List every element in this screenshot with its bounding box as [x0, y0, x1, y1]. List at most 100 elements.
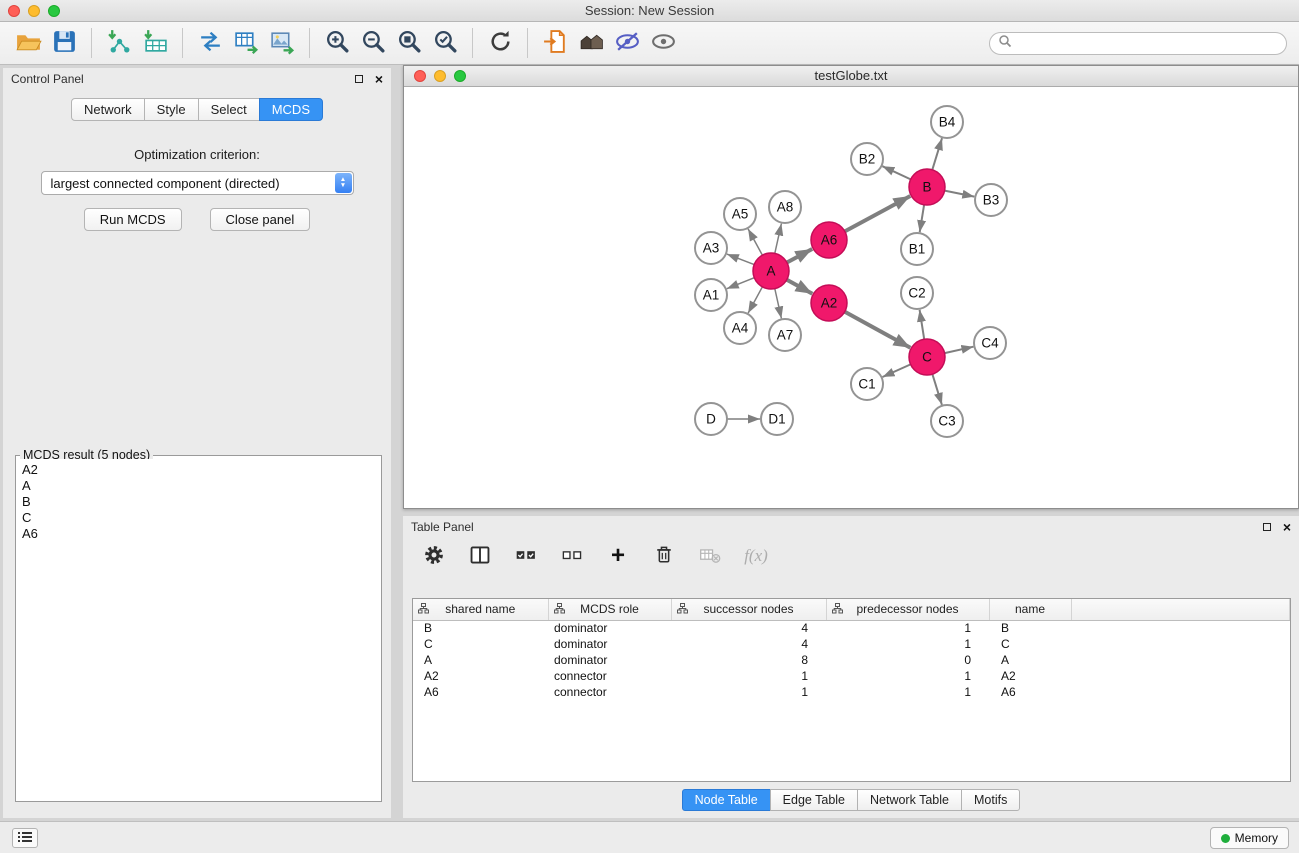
network-zoom-button[interactable] — [454, 70, 466, 82]
zoom-out-button[interactable] — [355, 26, 391, 60]
network-node[interactable]: A3 — [695, 232, 727, 264]
table-row[interactable]: Cdominator41C — [413, 636, 1290, 652]
network-edge[interactable] — [945, 191, 975, 197]
network-node[interactable]: A8 — [769, 191, 801, 223]
column-header-mcds-role[interactable]: MCDS role — [548, 599, 671, 620]
network-edge[interactable] — [883, 364, 911, 377]
network-edge[interactable] — [932, 374, 942, 405]
network-edge[interactable] — [920, 205, 924, 232]
network-edge[interactable] — [920, 310, 925, 339]
show-all-button[interactable] — [645, 26, 681, 60]
column-header-successor-nodes[interactable]: successor nodes — [671, 599, 826, 620]
network-node[interactable]: A4 — [724, 312, 756, 344]
function-builder-button[interactable]: f(x) — [741, 542, 771, 570]
result-item[interactable]: C — [22, 510, 378, 526]
table-row[interactable]: A2connector11A2 — [413, 668, 1290, 684]
deselect-all-button[interactable] — [557, 542, 587, 570]
network-canvas[interactable]: B4 B2 B B3 A5 A8 A6 B1 A3 A C2 A1 A2 A4 A7 C4 C C1 C3 D D1 — [404, 88, 1298, 508]
zoom-selected-button[interactable] — [427, 26, 463, 60]
column-header-shared-name[interactable]: shared name — [413, 599, 548, 620]
close-table-panel-icon[interactable]: × — [1283, 522, 1291, 532]
network-node[interactable]: C — [909, 339, 945, 375]
network-node[interactable]: A7 — [769, 319, 801, 351]
tab-node-table[interactable]: Node Table — [682, 789, 771, 811]
network-node[interactable]: C1 — [851, 368, 883, 400]
minimize-window-button[interactable] — [28, 5, 40, 17]
network-node[interactable]: A5 — [724, 198, 756, 230]
network-node[interactable]: B2 — [851, 143, 883, 175]
network-minimize-button[interactable] — [434, 70, 446, 82]
save-session-button[interactable] — [46, 26, 82, 60]
table-settings-button[interactable] — [419, 542, 449, 570]
close-panel-icon[interactable]: × — [375, 74, 383, 84]
tab-network-table[interactable]: Network Table — [857, 789, 962, 811]
network-edge[interactable] — [748, 229, 762, 255]
run-mcds-button[interactable]: Run MCDS — [84, 208, 182, 231]
table-row[interactable]: Bdominator41B — [413, 620, 1290, 636]
result-item[interactable]: B — [22, 494, 378, 510]
open-document-button[interactable] — [537, 26, 573, 60]
network-edge[interactable] — [787, 280, 813, 294]
network-edge[interactable] — [748, 287, 762, 313]
network-node[interactable]: A6 — [811, 222, 847, 258]
zoom-fit-button[interactable] — [391, 26, 427, 60]
network-node[interactable]: D1 — [761, 403, 793, 435]
network-edge[interactable] — [727, 254, 754, 265]
result-item[interactable]: A6 — [22, 526, 378, 542]
network-edge[interactable] — [727, 278, 755, 289]
close-panel-button[interactable]: Close panel — [210, 208, 311, 231]
network-edge[interactable] — [945, 347, 974, 353]
network-edge[interactable] — [775, 289, 782, 319]
float-panel-icon[interactable] — [355, 75, 363, 83]
network-node[interactable]: D — [695, 403, 727, 435]
column-header-predecessor-nodes[interactable]: predecessor nodes — [826, 599, 989, 620]
export-image-button[interactable] — [264, 26, 300, 60]
export-network-button[interactable] — [192, 26, 228, 60]
column-header-name[interactable]: name — [989, 599, 1071, 620]
optimization-criterion-dropdown[interactable]: largest connected component (directed) ▲… — [41, 171, 354, 195]
network-node[interactable]: B — [909, 169, 945, 205]
search-box[interactable] — [989, 32, 1287, 55]
network-edge[interactable] — [775, 224, 782, 254]
tab-style[interactable]: Style — [144, 98, 199, 121]
network-node[interactable]: B3 — [975, 184, 1007, 216]
import-table-button[interactable] — [137, 26, 173, 60]
refresh-layout-button[interactable] — [482, 26, 518, 60]
table-row[interactable]: Adominator80A — [413, 652, 1290, 668]
export-table-button[interactable] — [228, 26, 264, 60]
network-edge[interactable] — [932, 138, 942, 170]
close-window-button[interactable] — [8, 5, 20, 17]
hide-selected-button[interactable] — [609, 26, 645, 60]
table-row[interactable]: A6connector11A6 — [413, 684, 1290, 700]
open-session-button[interactable] — [10, 26, 46, 60]
network-node[interactable]: B4 — [931, 106, 963, 138]
float-table-panel-icon[interactable] — [1263, 523, 1271, 531]
tab-network[interactable]: Network — [71, 98, 145, 121]
network-node[interactable]: C2 — [901, 277, 933, 309]
memory-button[interactable]: Memory — [1210, 827, 1289, 849]
network-node[interactable]: C3 — [931, 405, 963, 437]
add-column-button[interactable]: + — [603, 542, 633, 570]
network-edge[interactable] — [845, 312, 911, 348]
network-edge[interactable] — [845, 196, 911, 231]
select-all-button[interactable] — [511, 542, 541, 570]
network-node[interactable]: A1 — [695, 279, 727, 311]
tab-motifs[interactable]: Motifs — [961, 789, 1020, 811]
task-history-button[interactable] — [12, 828, 38, 848]
import-network-button[interactable] — [101, 26, 137, 60]
network-node[interactable]: A — [753, 253, 789, 289]
delete-table-button[interactable] — [695, 542, 725, 570]
zoom-window-button[interactable] — [48, 5, 60, 17]
show-columns-button[interactable] — [465, 542, 495, 570]
result-item[interactable]: A2 — [22, 462, 378, 478]
network-edge[interactable] — [787, 249, 812, 263]
network-node[interactable]: B1 — [901, 233, 933, 265]
first-neighbors-button[interactable] — [573, 26, 609, 60]
zoom-in-button[interactable] — [319, 26, 355, 60]
result-item[interactable]: A — [22, 478, 378, 494]
network-node[interactable]: A2 — [811, 285, 847, 321]
tab-edge-table[interactable]: Edge Table — [770, 789, 858, 811]
network-node[interactable]: C4 — [974, 327, 1006, 359]
delete-column-button[interactable] — [649, 542, 679, 570]
tab-mcds[interactable]: MCDS — [259, 98, 323, 121]
